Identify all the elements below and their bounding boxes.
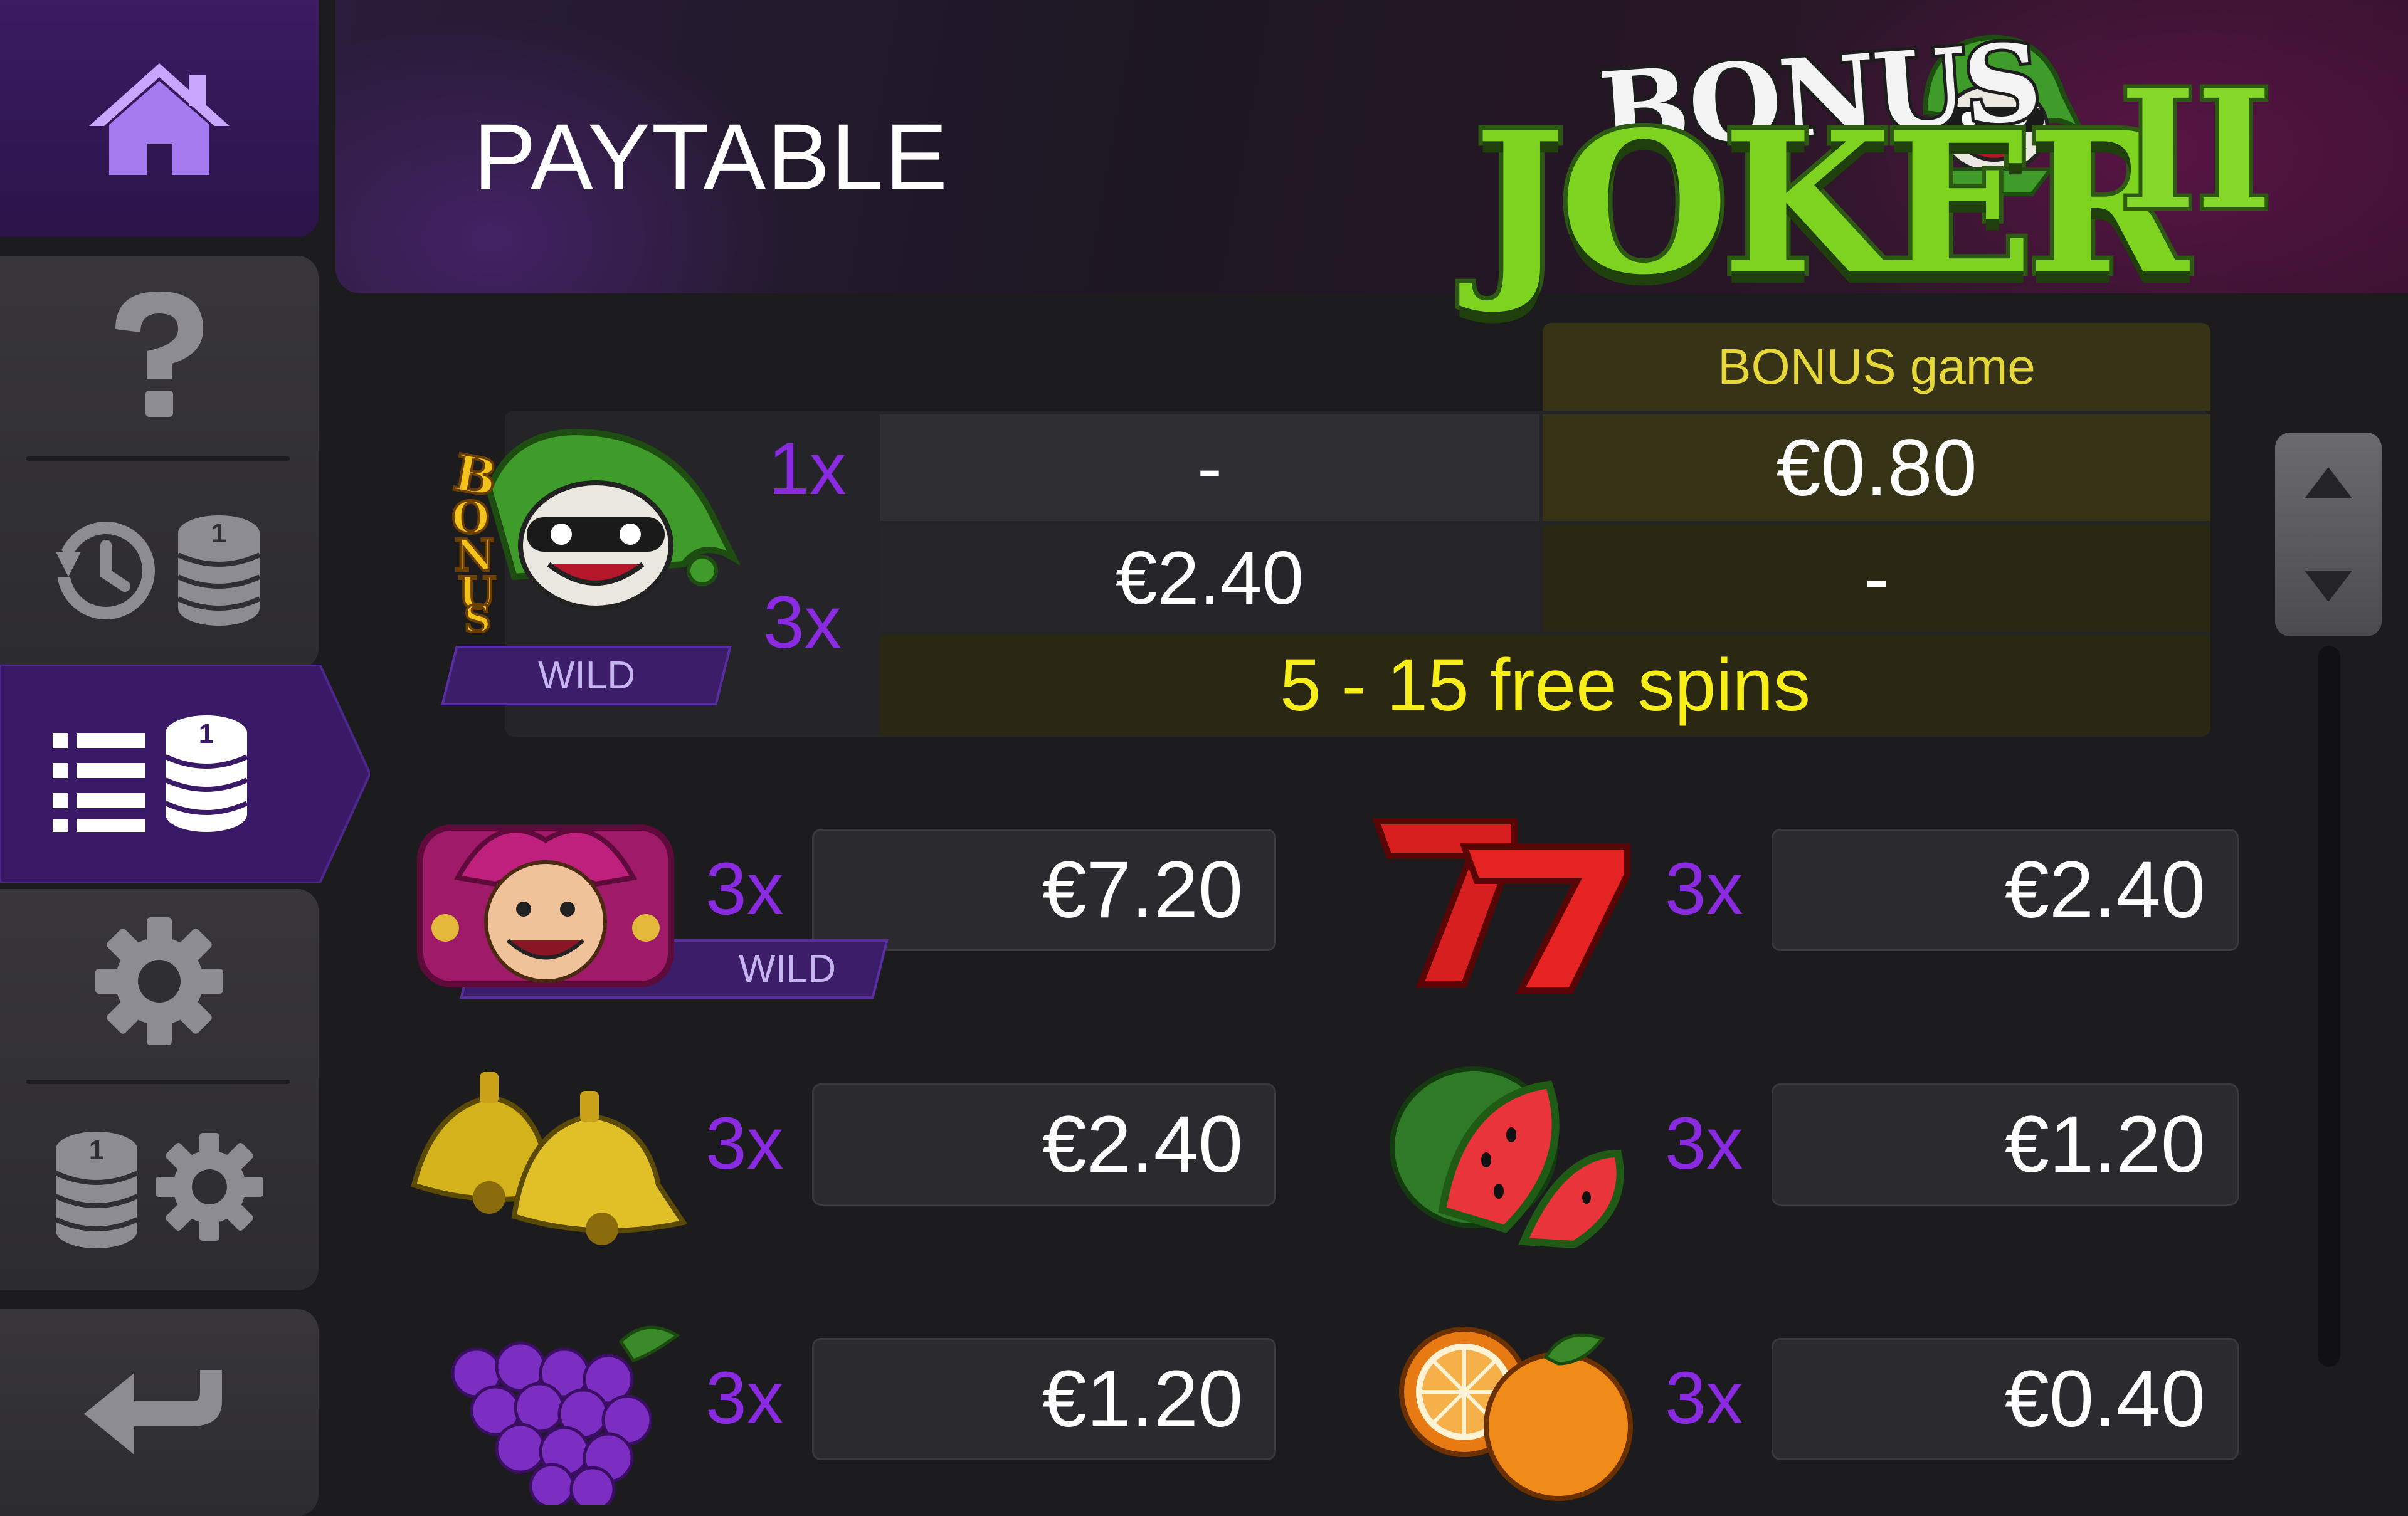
payout-value: €2.40 [1042, 1100, 1243, 1189]
sidebar: 1 1 1 [0, 0, 370, 1516]
payout-multiplier: 3x [705, 1357, 784, 1440]
arrow-down-icon [2305, 571, 2352, 602]
arrow-up-icon [2305, 467, 2352, 498]
bonus-joker-symbol: B O N U S [448, 429, 740, 633]
bonus-paytable: BONUS game - €0.80 €2.40 - 5 - 15 free s… [505, 323, 2210, 740]
watermelon-symbol [1390, 1066, 1624, 1248]
paytable-row-bells: €2.40 [812, 1083, 1276, 1206]
paytable-row-grapes: €1.20 [812, 1338, 1276, 1460]
payout-value: €1.20 [1042, 1354, 1243, 1444]
settings-button[interactable] [0, 890, 319, 1072]
history-button[interactable]: 1 [0, 467, 319, 668]
joker-symbol [417, 824, 674, 987]
svg-text:S: S [464, 597, 491, 633]
svg-text:1: 1 [89, 1135, 104, 1166]
bonus-row1-base: - [880, 414, 1539, 521]
scroll-up-button[interactable] [2275, 433, 2382, 533]
sidebar-divider [26, 456, 290, 461]
coins-gear-icon: 1 [55, 1132, 263, 1248]
paytable-button[interactable]: 1 [0, 665, 319, 883]
svg-text:1: 1 [211, 518, 226, 549]
payout-value: €0.40 [2004, 1354, 2205, 1444]
bonus-multiplier-1x: 1x [768, 428, 847, 510]
payout-multiplier: 3x [1665, 1102, 1743, 1185]
bonus-game-header-label: BONUS game [1718, 339, 2036, 394]
payout-value: €1.20 [2004, 1100, 2205, 1189]
logo-joker-text: JOKER [1469, 90, 2193, 318]
history-coins-icon: 1 [53, 515, 261, 626]
sidebar-divider [26, 1080, 290, 1084]
bonus-row2-bonus: - [1543, 525, 2210, 631]
payout-multiplier: 3x [1665, 1357, 1743, 1440]
bonus-wild-label: WILD [537, 654, 635, 697]
paytable-row-watermelon: €1.20 [1772, 1083, 2239, 1206]
gear-icon [95, 917, 223, 1045]
help-button[interactable] [0, 263, 319, 445]
scroll-buttons [2275, 433, 2382, 636]
bells-symbol [411, 1072, 688, 1245]
payout-value: €2.40 [2004, 845, 2205, 935]
payout-multiplier: 3x [705, 1102, 784, 1185]
free-spins-row: 5 - 15 free spins [880, 635, 2210, 735]
back-arrow-icon [84, 1370, 222, 1455]
scroll-down-button[interactable] [2275, 536, 2382, 636]
home-button[interactable] [0, 0, 319, 237]
question-icon [115, 292, 203, 417]
bonus-multiplier-3x: 3x [763, 581, 842, 664]
paytable-row-joker: €7.20 [812, 829, 1276, 951]
home-icon [89, 63, 230, 175]
bonus-wild-tag: WILD [441, 646, 732, 705]
sevens-symbol [1371, 818, 1630, 994]
game-logo: BONUS JOKER II [1461, 13, 2276, 339]
payout-multiplier: 3x [1665, 848, 1743, 930]
oranges-symbol [1399, 1327, 1633, 1501]
payout-value: €7.20 [1042, 845, 1243, 935]
paytable-row-sevens: €2.40 [1772, 829, 2239, 951]
payout-multiplier: 3x [705, 848, 784, 930]
page-title: PAYTABLE [473, 104, 949, 209]
back-button[interactable] [0, 1317, 319, 1498]
svg-text:1: 1 [199, 719, 214, 749]
logo-ii-text: II [2116, 55, 2276, 246]
bet-settings-button[interactable]: 1 [0, 1090, 319, 1284]
list-coins-icon: 1 [53, 715, 248, 832]
scrollbar-track[interactable] [2318, 646, 2340, 1367]
bonus-row1-bonus: €0.80 [1543, 414, 2210, 521]
grapes-symbol [451, 1325, 680, 1505]
bonus-row2-base: €2.40 [880, 525, 1539, 631]
paytable-row-oranges: €0.40 [1772, 1338, 2239, 1460]
